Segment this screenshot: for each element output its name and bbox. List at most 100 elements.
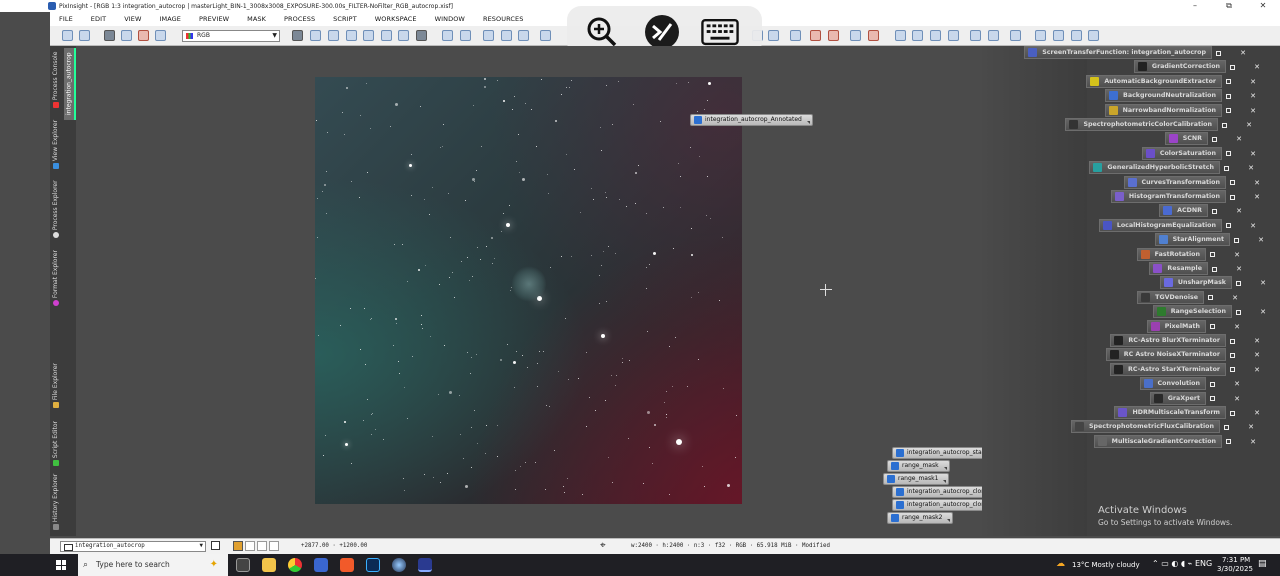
swatch-white-1-icon[interactable] <box>245 541 255 551</box>
menu-process[interactable]: PROCESS <box>275 15 324 23</box>
close-small-icon[interactable]: ✕ <box>1248 164 1254 172</box>
maximize-small-icon[interactable] <box>1208 295 1213 301</box>
close-small-icon[interactable]: ✕ <box>1254 193 1260 201</box>
close-small-icon[interactable]: ✕ <box>1234 251 1240 259</box>
process-icon-localhistogramequalization[interactable]: LocalHistogramEqualization <box>1098 218 1222 232</box>
maximize-small-icon[interactable] <box>1230 180 1235 186</box>
remote-connection-icon[interactable] <box>643 14 681 50</box>
auto-stretch-icon[interactable] <box>155 30 166 41</box>
maximize-small-icon[interactable] <box>1230 410 1235 416</box>
show-mask-icon[interactable] <box>768 30 779 41</box>
close-small-icon[interactable]: ✕ <box>1250 107 1256 115</box>
process-icon-multiscalegradientcorrection[interactable]: MultiscaleGradientCorrection <box>1093 434 1222 448</box>
process-icon-rc-astro-noisexterminator[interactable]: RC Astro NoiseXTerminator <box>1105 348 1226 362</box>
menu-preview[interactable]: PREVIEW <box>190 15 238 23</box>
view-toggle-icon[interactable] <box>211 541 220 550</box>
maximize-button[interactable]: ⧉ <box>1212 0 1246 12</box>
tool-h-icon[interactable] <box>1035 30 1046 41</box>
zoom-tool-1-icon[interactable] <box>483 30 494 41</box>
maximize-small-icon[interactable] <box>1222 122 1227 128</box>
process-icon-tgvdenoise[interactable]: TGVDenoise <box>1137 290 1204 304</box>
maximize-small-icon[interactable] <box>1226 439 1231 445</box>
process-icon-pixelmath[interactable]: PixelMath <box>1146 319 1206 333</box>
maximize-small-icon[interactable] <box>1230 64 1235 70</box>
tray-icons[interactable]: ⌃ ▭ ◐ ◖ ⌁ ENG <box>1152 559 1212 568</box>
close-small-icon[interactable]: ✕ <box>1250 150 1256 158</box>
swatch-white-2-icon[interactable] <box>257 541 267 551</box>
tab-format-explorer[interactable]: Format Explorer <box>52 246 62 308</box>
close-small-icon[interactable]: ✕ <box>1254 351 1260 359</box>
image-icon-range-mask1[interactable]: range_mask1 <box>883 473 950 485</box>
pixinsight-taskbar-icon[interactable] <box>418 558 432 572</box>
maximize-small-icon[interactable] <box>1230 194 1235 200</box>
menu-resources[interactable]: RESOURCES <box>474 15 533 23</box>
zoom-1to1-icon[interactable] <box>328 30 339 41</box>
maximize-small-icon[interactable] <box>1226 79 1231 85</box>
close-small-icon[interactable]: ✕ <box>1250 438 1256 446</box>
maximize-small-icon[interactable] <box>1226 223 1231 229</box>
close-small-icon[interactable]: ✕ <box>1234 323 1240 331</box>
maximize-small-icon[interactable] <box>1224 165 1229 171</box>
process-icon-unsharpmask[interactable]: UnsharpMask <box>1159 276 1232 290</box>
view-select[interactable]: integration_autocrop ▼ <box>60 541 206 552</box>
maximize-small-icon[interactable] <box>1230 352 1235 358</box>
pan-mode-icon[interactable] <box>346 30 357 41</box>
process-icon-spectrophotometriccolorcalibration[interactable]: SpectrophotometricColorCalibration <box>1065 118 1218 131</box>
process-icon-convolution[interactable]: Convolution <box>1139 377 1206 391</box>
menu-script[interactable]: SCRIPT <box>324 15 366 23</box>
swatch-white-3-icon[interactable] <box>269 541 279 551</box>
maximize-small-icon[interactable] <box>1224 424 1229 430</box>
tool-c-icon[interactable] <box>930 30 941 41</box>
chrome-icon[interactable] <box>288 558 302 572</box>
close-small-icon[interactable]: ✕ <box>1254 409 1260 417</box>
minimize-button[interactable]: – <box>1178 0 1212 12</box>
maximize-small-icon[interactable] <box>1212 208 1217 214</box>
mask-red-1-icon[interactable] <box>810 30 821 41</box>
close-small-icon[interactable]: ✕ <box>1250 222 1256 230</box>
maximize-small-icon[interactable] <box>1230 338 1235 344</box>
image-icon-range-mask2[interactable]: range_mask2 <box>887 512 954 524</box>
close-small-icon[interactable]: ✕ <box>1260 279 1266 287</box>
process-icon[interactable] <box>104 30 115 41</box>
new-image-icon[interactable] <box>121 30 132 41</box>
close-small-icon[interactable]: ✕ <box>1260 308 1266 316</box>
stf-link-icon[interactable] <box>850 30 861 41</box>
close-small-icon[interactable]: ✕ <box>1258 236 1264 244</box>
maximize-small-icon[interactable] <box>1226 93 1231 99</box>
tool-k-icon[interactable] <box>1088 30 1099 41</box>
swatch-orange-icon[interactable] <box>233 541 243 551</box>
process-icon-resample[interactable]: Resample <box>1149 262 1208 275</box>
process-icon-fastrotation[interactable]: FastRotation <box>1136 247 1206 261</box>
zoom-in-icon[interactable] <box>442 30 453 41</box>
tool-j-icon[interactable] <box>1071 30 1082 41</box>
process-icon-graxpert[interactable]: GraXpert <box>1149 391 1206 405</box>
task-view-icon[interactable] <box>236 558 250 572</box>
close-small-icon[interactable]: ✕ <box>1234 380 1240 388</box>
process-icon-rc-astro-starxterminator[interactable]: RC-Astro StarXTerminator <box>1110 362 1226 376</box>
fit-view-icon[interactable] <box>310 30 321 41</box>
stf-reset-icon[interactable] <box>868 30 879 41</box>
menu-workspace[interactable]: WORKSPACE <box>366 15 426 23</box>
file-explorer-icon[interactable] <box>262 558 276 572</box>
weather-text[interactable]: 13°C Mostly cloudy <box>1072 561 1140 569</box>
tool-b-icon[interactable] <box>912 30 923 41</box>
close-small-icon[interactable]: ✕ <box>1240 49 1246 57</box>
image-icon-range-mask[interactable]: range_mask <box>887 460 950 472</box>
maximize-small-icon[interactable] <box>1210 324 1215 330</box>
maximize-small-icon[interactable] <box>1210 381 1215 387</box>
taskbar-search[interactable]: ⌕ Type here to search ✦ <box>78 554 228 576</box>
maximize-small-icon[interactable] <box>1226 151 1231 157</box>
close-small-icon[interactable]: ✕ <box>1250 78 1256 86</box>
process-icon-scnr[interactable]: SCNR <box>1164 132 1208 146</box>
notification-icon[interactable]: ▤ <box>1258 559 1267 569</box>
maximize-small-icon[interactable] <box>1212 266 1217 272</box>
process-icon-histogramtransformation[interactable]: HistogramTransformation <box>1110 190 1226 203</box>
maximize-small-icon[interactable] <box>1210 252 1215 258</box>
redo-icon[interactable] <box>79 30 90 41</box>
readout-mode-icon[interactable] <box>292 30 303 41</box>
windows-start-icon[interactable] <box>56 560 66 570</box>
tool-e-icon[interactable] <box>970 30 981 41</box>
process-icon-screentransferfunction-integration-autocrop[interactable]: ScreenTransferFunction: integration_auto… <box>1024 46 1212 59</box>
menu-image[interactable]: IMAGE <box>151 15 191 23</box>
menu-edit[interactable]: EDIT <box>82 15 115 23</box>
